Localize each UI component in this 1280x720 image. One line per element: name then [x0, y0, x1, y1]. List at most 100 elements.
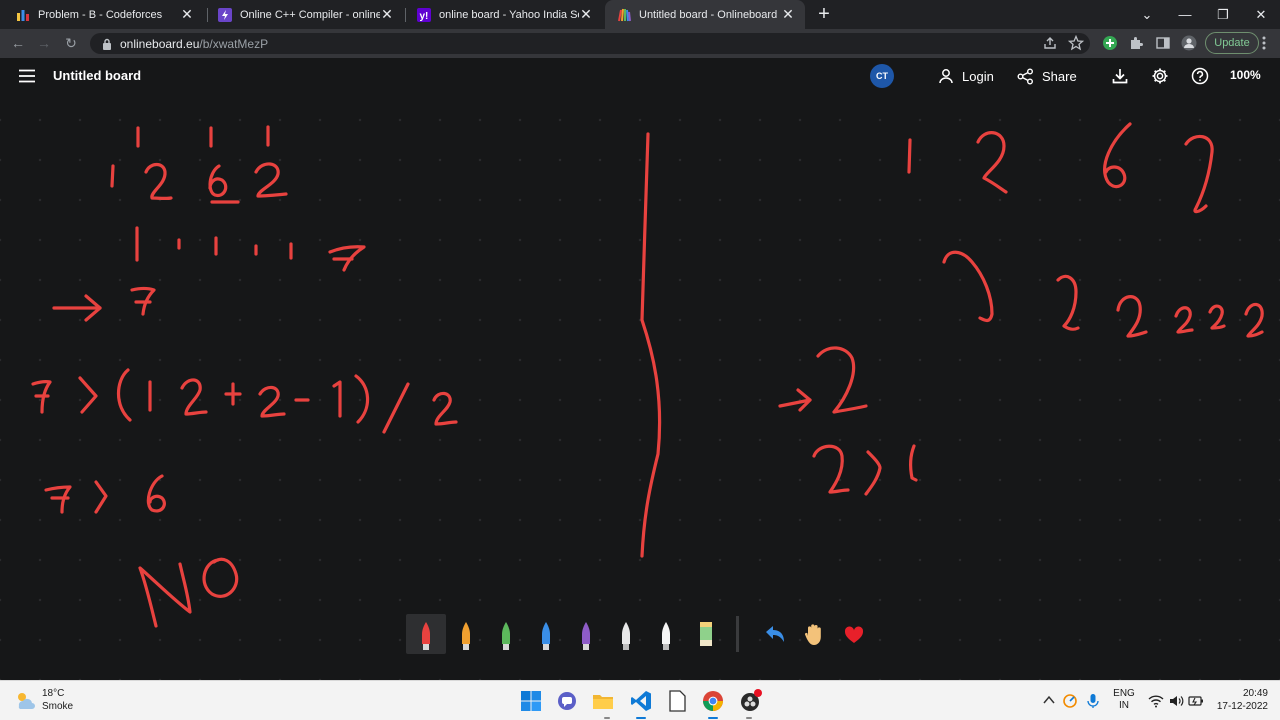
bookmark-star-icon[interactable] — [1068, 35, 1084, 51]
ink-arrow-seven — [52, 286, 156, 322]
extension-green-icon[interactable] — [1102, 35, 1118, 51]
forward-button[interactable]: → — [34, 33, 54, 53]
orange-pen[interactable] — [446, 614, 486, 654]
url-path: /b/xwatMezP — [199, 36, 269, 51]
tab-title: Untitled board - Onlineboard — [639, 8, 778, 21]
obs-studio-icon[interactable] — [738, 688, 764, 714]
yahoo-icon: y! — [417, 7, 431, 22]
file-explorer-icon[interactable] — [590, 688, 616, 714]
sync-icon[interactable] — [1062, 693, 1078, 709]
clock-date: 17-12-2022 — [1216, 701, 1268, 712]
zoom-level[interactable]: 100% — [1230, 68, 1261, 82]
reload-button[interactable]: ↻ — [61, 33, 81, 53]
pen-icon — [662, 622, 670, 650]
wifi-icon[interactable] — [1148, 694, 1164, 708]
tab-codeforces[interactable]: Problem - B - Codeforces ✕ — [4, 0, 204, 29]
tab-yahoo-search[interactable]: y! online board - Yahoo India Searc ✕ — [405, 0, 603, 29]
pen-palette — [406, 614, 866, 654]
whiteboard-canvas[interactable] — [0, 94, 1280, 680]
browser-tab-strip: Problem - B - Codeforces ✕ Online C++ Co… — [0, 0, 1280, 29]
tab-search-icon[interactable]: ⌄ — [1128, 0, 1166, 29]
pen-icon — [582, 622, 590, 650]
ink-divider — [640, 132, 662, 558]
white-pen[interactable] — [606, 614, 646, 654]
new-tab-button[interactable]: + — [814, 3, 834, 25]
compiler-icon — [218, 7, 232, 22]
user-avatar[interactable]: CT — [870, 64, 894, 88]
pen-icon — [542, 622, 550, 650]
input-language[interactable]: ENG IN — [1110, 688, 1138, 720]
lang-top: ENG — [1113, 688, 1135, 699]
notepad-icon[interactable] — [664, 688, 690, 714]
ink-two-gt-one — [812, 444, 918, 496]
lang-bottom: IN — [1119, 700, 1129, 711]
weather-cloud-icon — [18, 693, 35, 709]
onlineboard-icon — [618, 8, 631, 21]
minimize-button[interactable]: — — [1166, 0, 1204, 29]
extensions-puzzle-icon[interactable] — [1128, 35, 1144, 51]
chrome-icon[interactable] — [700, 688, 726, 714]
download-icon[interactable] — [1111, 67, 1129, 85]
pen-icon — [502, 622, 510, 650]
weather-condition: Smoke — [42, 701, 74, 712]
user-icon — [939, 69, 953, 84]
purple-pen[interactable] — [566, 614, 606, 654]
running-indicator — [708, 717, 718, 719]
menu-icon[interactable] — [19, 69, 35, 83]
teams-chat-icon[interactable] — [554, 688, 580, 714]
windows-taskbar: 18°C Smoke ENG IN 20:49 17-12-2022 — [0, 680, 1280, 720]
vscode-icon[interactable] — [628, 688, 654, 714]
weather-temperature: 18°C — [42, 688, 65, 699]
eraser-tool[interactable] — [686, 614, 726, 654]
share-page-icon[interactable] — [1042, 35, 1058, 51]
url-host: onlineboard.eu — [120, 36, 200, 51]
close-window-button[interactable]: ✕ — [1242, 0, 1280, 29]
undo-icon — [766, 626, 784, 642]
blue-pen[interactable] — [526, 614, 566, 654]
tab-onlineboard[interactable]: Untitled board - Onlineboard ✕ — [605, 0, 805, 29]
battery-icon[interactable] — [1188, 694, 1204, 708]
like-button[interactable] — [834, 614, 874, 654]
update-button[interactable]: Update — [1205, 32, 1259, 54]
pen-icon — [462, 622, 470, 650]
pen-icon — [622, 622, 630, 650]
tab-cpp-compiler[interactable]: Online C++ Compiler - online ed ✕ — [206, 0, 404, 29]
close-tab-icon[interactable]: ✕ — [781, 6, 795, 23]
volume-icon[interactable] — [1168, 694, 1184, 708]
show-hidden-icons-icon[interactable] — [1042, 693, 1056, 707]
board-title[interactable]: Untitled board — [53, 68, 141, 83]
clock[interactable]: 20:49 17-12-2022 — [1212, 687, 1272, 720]
clock-time: 20:49 — [1242, 688, 1268, 699]
help-icon[interactable] — [1191, 67, 1209, 85]
address-bar[interactable]: onlineboard.eu/b/xwatMezP — [90, 33, 1090, 54]
weather-widget[interactable]: 18°C Smoke — [14, 687, 73, 713]
close-tab-icon[interactable]: ✕ — [180, 6, 194, 23]
tab-title: Problem - B - Codeforces — [38, 8, 163, 21]
side-panel-icon[interactable] — [1155, 35, 1171, 51]
palette-divider — [736, 616, 739, 652]
ink-twos-row — [942, 250, 1264, 338]
profile-avatar-icon[interactable] — [1181, 35, 1197, 51]
light-pen[interactable] — [646, 614, 686, 654]
windows-start-icon[interactable] — [518, 688, 544, 714]
ink-arrow-two — [778, 346, 868, 414]
pan-hand-tool[interactable] — [794, 614, 834, 654]
eraser-icon — [700, 622, 712, 646]
login-button[interactable]: Login — [938, 66, 994, 86]
settings-gear-icon[interactable] — [1151, 67, 1169, 85]
close-tab-icon[interactable]: ✕ — [579, 6, 593, 23]
share-button[interactable]: Share — [1017, 66, 1077, 86]
red-pen[interactable] — [406, 614, 446, 654]
microphone-icon[interactable] — [1086, 693, 1100, 709]
more-menu-icon[interactable] — [1262, 36, 1266, 50]
undo-button[interactable] — [754, 614, 794, 654]
maximize-button[interactable]: ❐ — [1204, 0, 1242, 29]
heart-icon — [844, 626, 864, 643]
back-button[interactable]: ← — [8, 33, 28, 53]
close-tab-icon[interactable]: ✕ — [380, 6, 394, 23]
green-pen[interactable] — [486, 614, 526, 654]
running-indicator — [604, 717, 610, 719]
ink-seven-gt-six — [44, 474, 166, 514]
login-label: Login — [962, 68, 994, 84]
ink-array-row-2 — [907, 122, 1214, 214]
